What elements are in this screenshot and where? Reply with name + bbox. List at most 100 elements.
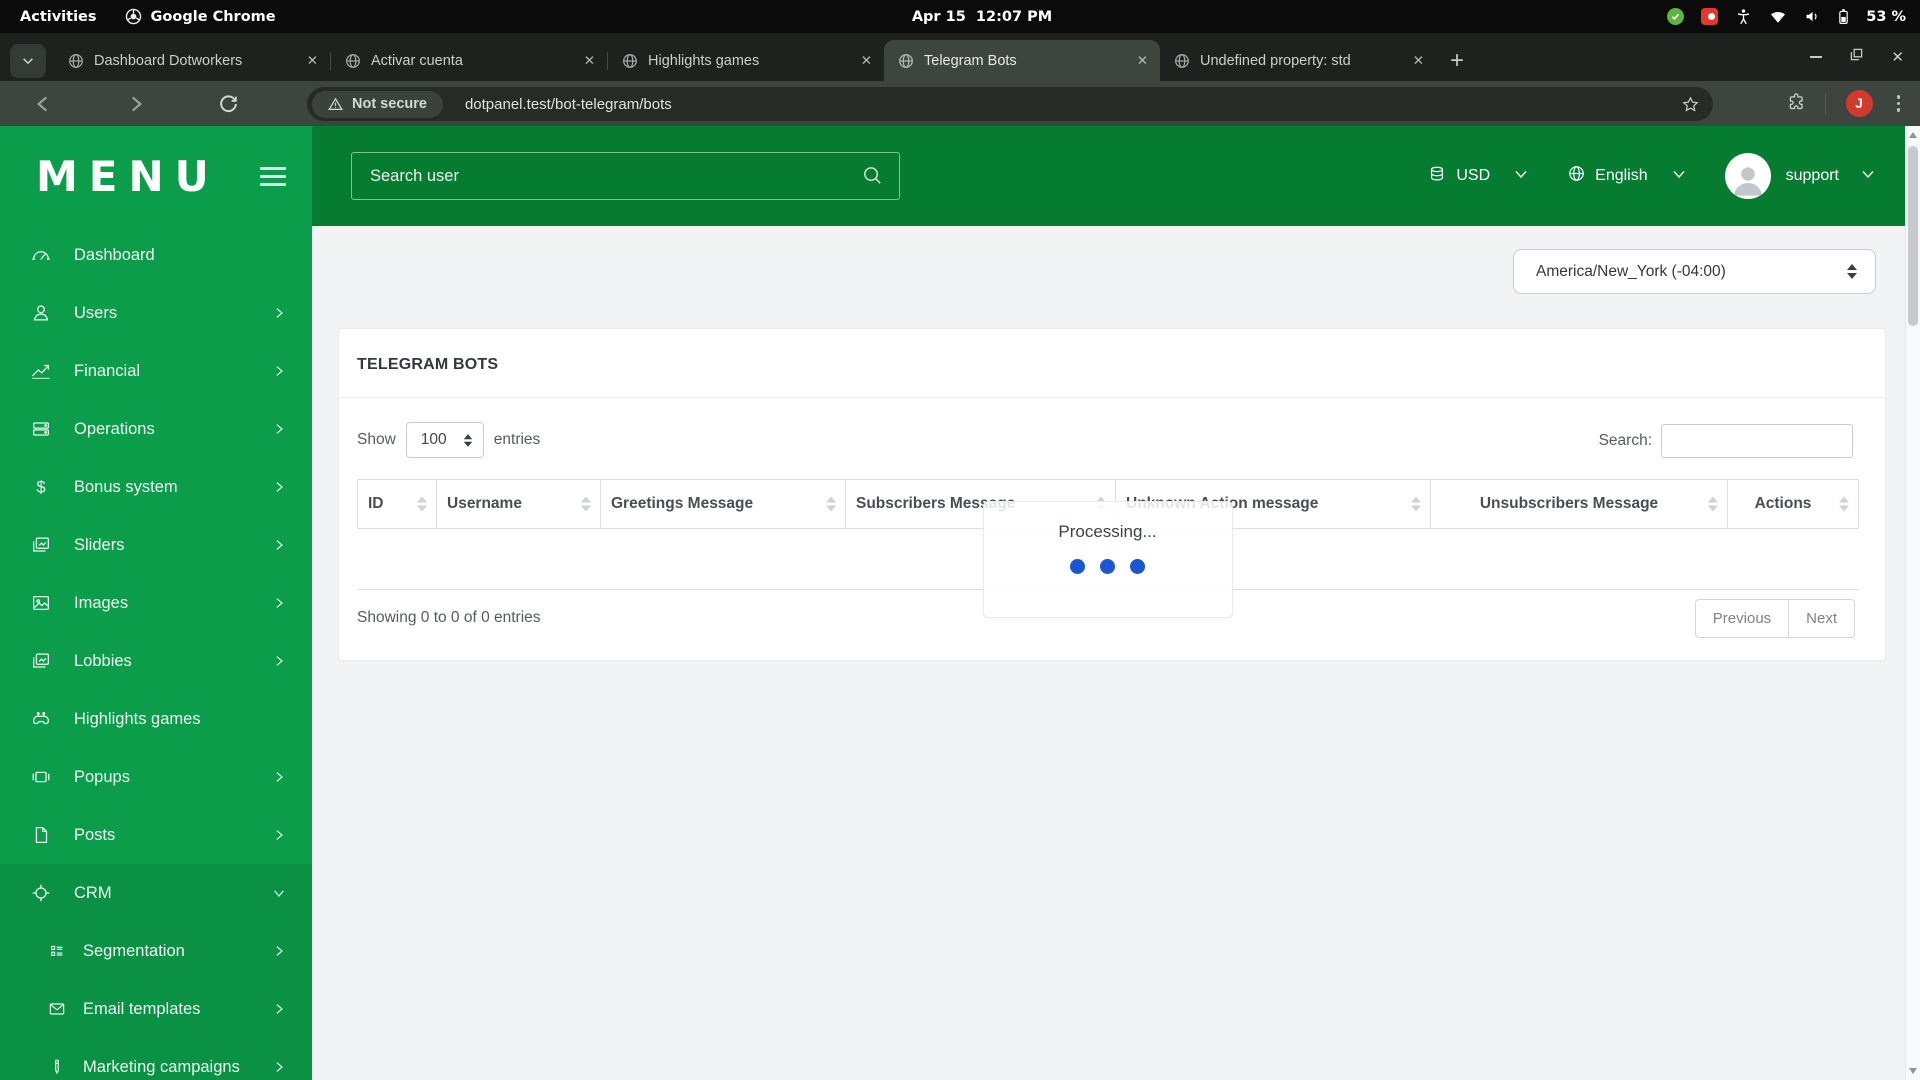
sort-icon	[1839, 496, 1849, 512]
sidebar-item-bonus-system[interactable]: $ Bonus system	[0, 458, 312, 516]
clock[interactable]: Apr 15 12:07 PM	[912, 9, 1052, 25]
chart-line-icon	[30, 360, 52, 382]
forward-icon[interactable]	[125, 93, 147, 115]
search-icon[interactable]	[861, 164, 884, 192]
chevron-right-icon	[272, 306, 286, 320]
tab-activar-cuenta[interactable]: Activar cuenta ✕	[331, 40, 607, 81]
tab-close-icon[interactable]: ✕	[1137, 53, 1148, 69]
tab-close-icon[interactable]: ✕	[584, 53, 595, 69]
previous-button[interactable]: Previous	[1696, 600, 1788, 637]
back-icon[interactable]	[32, 93, 54, 115]
sidebar-item-images[interactable]: Images	[0, 574, 312, 632]
sidebar-item-popups[interactable]: Popups	[0, 748, 312, 806]
minimize-icon[interactable]	[1810, 56, 1823, 58]
next-button[interactable]: Next	[1788, 599, 1854, 637]
sidebar-item-label: Sliders	[74, 535, 125, 554]
tab-strip: Dashboard Dotworkers ✕ Activar cuenta ✕ …	[0, 33, 1920, 81]
column-header-username[interactable]: Username	[436, 479, 601, 529]
sidebar-item-dashboard[interactable]: Dashboard	[0, 226, 312, 284]
active-app-menu[interactable]: Google Chrome	[125, 8, 276, 25]
sidebar-item-segmentation[interactable]: Segmentation	[0, 922, 312, 980]
column-header-unsubscribers-message[interactable]: Unsubscribers Message	[1430, 479, 1728, 529]
target-icon	[30, 882, 52, 904]
url-text[interactable]: dotpanel.test/bot-telegram/bots	[465, 96, 672, 113]
pencil-icon	[47, 1057, 67, 1077]
tab-title: Telegram Bots	[924, 52, 1017, 69]
page-scrollbar[interactable]	[1905, 126, 1920, 1080]
tab-search-button[interactable]	[10, 44, 46, 78]
sidebar-item-posts[interactable]: Posts	[0, 806, 312, 864]
chevron-right-icon	[272, 1002, 286, 1016]
sidebar-item-financial[interactable]: Financial	[0, 342, 312, 400]
sort-icon	[1411, 496, 1421, 512]
sidebar-item-highlights-games[interactable]: Highlights games	[0, 690, 312, 748]
not-secure-chip[interactable]: Not secure	[312, 90, 443, 118]
close-icon[interactable]: ✕	[1891, 48, 1904, 66]
chevron-right-icon	[272, 654, 286, 668]
column-header-id[interactable]: ID	[357, 479, 437, 529]
pagination: Previous Next	[1694, 598, 1855, 638]
sort-icon	[1708, 496, 1718, 512]
loading-dots-icon	[984, 559, 1232, 574]
tab-close-icon[interactable]: ✕	[861, 53, 872, 69]
sidebar-item-email-templates[interactable]: Email templates	[0, 980, 312, 1038]
sidebar-item-operations[interactable]: Operations	[0, 400, 312, 458]
currency-selector[interactable]: USD	[1427, 164, 1529, 189]
sidebar-item-crm[interactable]: CRM	[0, 864, 312, 922]
scrollbar-thumb[interactable]	[1908, 146, 1918, 326]
activities-button[interactable]: Activities	[20, 9, 97, 25]
sort-icon	[581, 496, 591, 512]
processing-label: Processing...	[1058, 522, 1157, 541]
restore-icon[interactable]	[1850, 48, 1863, 66]
gallery-icon	[30, 534, 52, 556]
profile-avatar[interactable]: J	[1845, 90, 1873, 117]
user-icon	[30, 302, 52, 324]
chevron-right-icon	[272, 422, 286, 436]
sidebar-item-lobbies[interactable]: Lobbies	[0, 632, 312, 690]
language-selector[interactable]: English	[1567, 164, 1686, 188]
tab-dashboard-dotworkers[interactable]: Dashboard Dotworkers ✕	[54, 40, 330, 81]
globe-favicon	[622, 53, 638, 69]
sort-icon	[417, 496, 427, 512]
crm-section: CRM Segmentation Email templates Marketi…	[0, 864, 312, 1080]
new-tab-button[interactable]: +	[1450, 46, 1464, 76]
status-ok-icon	[1667, 8, 1685, 25]
table-length-control: Show 100 entries	[357, 422, 540, 458]
tab-close-icon[interactable]: ✕	[307, 53, 318, 69]
entries-label: entries	[493, 431, 541, 448]
search-user-input[interactable]	[351, 152, 900, 200]
sidebar-item-label: Financial	[74, 361, 141, 380]
app-logo[interactable]: MENU	[36, 152, 220, 201]
table-search-input[interactable]	[1661, 424, 1853, 458]
extensions-icon[interactable]	[1785, 91, 1805, 116]
reload-icon[interactable]	[218, 93, 239, 114]
tab-telegram-bots-active[interactable]: Telegram Bots ✕	[884, 40, 1160, 81]
tab-undefined-property[interactable]: Undefined property: std ✕	[1160, 40, 1436, 81]
server-icon	[30, 418, 52, 440]
screen: Activities Google Chrome Apr 15 12:07 PM	[0, 0, 1920, 1080]
page-length-select[interactable]: 100	[405, 422, 484, 458]
window-controls: ✕	[1810, 33, 1904, 81]
sidebar-item-label: Marketing campaigns	[83, 1057, 240, 1076]
column-header-greetings-message[interactable]: Greetings Message	[600, 479, 846, 529]
tab-close-icon[interactable]: ✕	[1413, 53, 1424, 69]
system-tray[interactable]: 53 %	[1667, 0, 1920, 33]
browser-menu-icon[interactable]	[1893, 95, 1905, 112]
scroll-down-icon[interactable]	[1909, 1068, 1917, 1074]
timezone-select[interactable]: America/New_York (-04:00)	[1513, 249, 1876, 294]
table-footer: Showing 0 to 0 of 0 entries Previous Nex…	[357, 597, 1855, 639]
chevron-right-icon	[272, 944, 286, 958]
svg-text:$: $	[36, 479, 45, 497]
bookmark-star-icon[interactable]	[1681, 95, 1700, 114]
tab-title: Activar cuenta	[371, 52, 463, 69]
column-header-actions[interactable]: Actions	[1727, 479, 1859, 529]
address-bar[interactable]: Not secure dotpanel.test/bot-telegram/bo…	[307, 87, 1713, 121]
scroll-up-icon[interactable]	[1909, 132, 1917, 138]
sidebar-item-users[interactable]: Users	[0, 284, 312, 342]
hamburger-icon[interactable]	[260, 166, 286, 186]
sidebar-item-sliders[interactable]: Sliders	[0, 516, 312, 574]
sidebar-item-marketing-campaigns[interactable]: Marketing campaigns	[0, 1038, 312, 1080]
tab-highlights-games[interactable]: Highlights games ✕	[608, 40, 884, 81]
toolbar-right: J	[1785, 81, 1920, 126]
user-menu[interactable]: support	[1724, 153, 1876, 199]
